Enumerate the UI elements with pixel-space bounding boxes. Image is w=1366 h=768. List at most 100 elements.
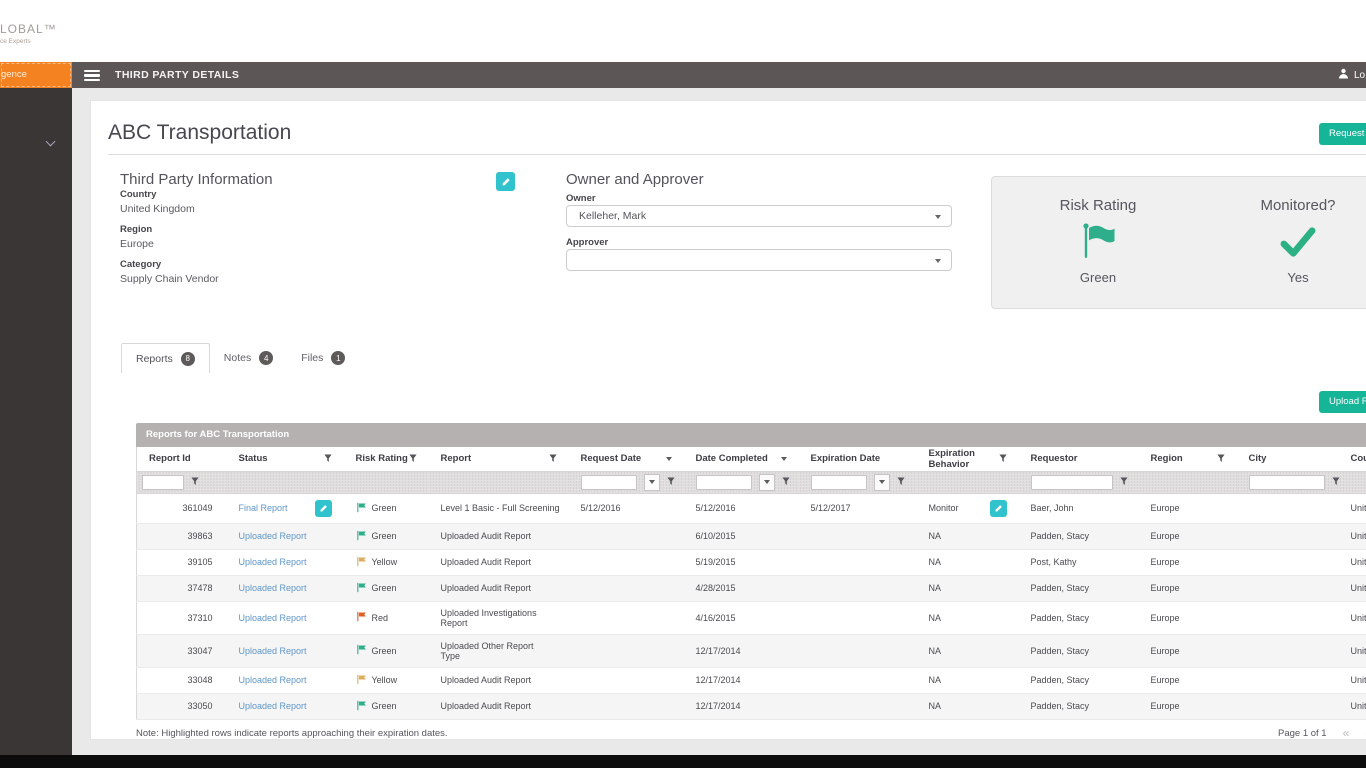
cell-risk-rating: Yellow [343, 549, 429, 576]
filter-requestor-input[interactable] [1030, 474, 1113, 490]
edit-icon[interactable] [314, 499, 332, 517]
col-date-completed[interactable]: Date Completed [683, 447, 799, 472]
col-region[interactable]: Region [1138, 447, 1237, 472]
tab-notes[interactable]: Notes 4 [210, 343, 287, 373]
col-status[interactable]: Status [226, 447, 344, 472]
date-picker-button[interactable] [873, 473, 890, 491]
date-picker-button[interactable] [758, 473, 775, 491]
chevron-down-icon[interactable] [45, 136, 56, 147]
filter-icon[interactable] [896, 477, 905, 488]
report-link[interactable]: Uploaded Report [239, 675, 307, 685]
filter-icon[interactable] [408, 454, 417, 463]
sidebar-item-due-diligence[interactable]: gence [0, 62, 72, 88]
report-rows: 361049 Final Report Green Level 1 Basic - F… [136, 493, 1366, 720]
report-link[interactable]: Uploaded Report [239, 646, 307, 656]
cell-status: Uploaded Report [226, 601, 344, 635]
chevron-down-icon[interactable] [665, 456, 672, 461]
col-country[interactable]: Coun [1338, 447, 1366, 472]
cell-expiration-date [798, 575, 917, 602]
report-link[interactable]: Final Report [239, 503, 288, 513]
filter-icon[interactable] [781, 477, 790, 488]
col-expiration-behavior[interactable]: Expiration Behavior [916, 447, 1019, 472]
filter-icon[interactable] [1331, 477, 1340, 488]
filter-icon[interactable] [323, 454, 332, 463]
report-link[interactable]: Uploaded Report [239, 701, 307, 711]
first-page-icon[interactable]: « [1343, 727, 1350, 739]
field-value-region: Europe [120, 238, 154, 250]
cell-expiration-date [798, 523, 917, 550]
cell-report-id: 39105 [136, 549, 227, 576]
risk-panel: Risk Rating Green Monitored? Yes [991, 176, 1366, 309]
tab-notes-count-badge: 4 [259, 351, 274, 365]
report-link[interactable]: Uploaded Report [239, 557, 307, 567]
chevron-down-icon[interactable] [780, 456, 787, 461]
filter-date-completed-input[interactable] [695, 474, 752, 490]
col-expiration-date[interactable]: Expiration Date [798, 447, 917, 472]
cell-city [1236, 493, 1339, 524]
request-screening-button[interactable]: Request S [1319, 123, 1366, 145]
filter-city-input[interactable] [1248, 474, 1325, 490]
cell-expiration-date [798, 549, 917, 576]
info-section-heading: Third Party Information [120, 171, 273, 188]
owner-select[interactable]: Kelleher, Mark [566, 205, 952, 227]
col-report-id[interactable]: Report Id [136, 447, 227, 472]
flag-icon [356, 582, 367, 595]
col-risk-rating[interactable]: Risk Rating [343, 447, 429, 472]
tab-bar: Reports 8 Notes 4 Files 1 [121, 343, 359, 373]
logo-tagline: ce Experts [0, 38, 31, 45]
report-link[interactable]: Uploaded Report [239, 583, 307, 593]
filter-icon[interactable] [1216, 454, 1225, 463]
cell-requestor: Padden, Stacy [1018, 667, 1139, 694]
filter-report-id-input[interactable] [142, 474, 184, 490]
filter-icon[interactable] [998, 454, 1007, 463]
field-label-region: Region [120, 224, 153, 235]
cell-region: Europe [1138, 634, 1237, 668]
upload-report-button[interactable]: Upload R [1319, 391, 1366, 413]
filter-icon[interactable] [548, 454, 557, 463]
col-city[interactable]: City [1236, 447, 1339, 472]
filter-icon[interactable] [666, 477, 675, 488]
flag-icon [1078, 214, 1118, 270]
report-link[interactable]: Uploaded Report [239, 531, 307, 541]
filter-expiration-date-input[interactable] [810, 474, 867, 490]
flag-icon [356, 502, 367, 515]
flag-icon [356, 644, 367, 657]
cell-report: Uploaded Audit Report [428, 693, 569, 720]
main-content: ABC Transportation Request S Third Party… [72, 88, 1366, 755]
col-request-date[interactable]: Request Date [568, 447, 684, 472]
cell-request-date [568, 634, 684, 668]
col-requestor[interactable]: Requestor [1018, 447, 1139, 472]
table-row: 33047 Uploaded Report Green Uploaded Other … [136, 634, 1366, 668]
filter-icon[interactable] [1119, 477, 1128, 488]
cell-city [1236, 601, 1339, 635]
cell-expiration-behavior: NA [916, 601, 1019, 635]
hamburger-menu-icon[interactable] [84, 70, 100, 83]
report-link[interactable]: Uploaded Report [239, 613, 307, 623]
field-label-category: Category [120, 259, 162, 270]
date-picker-button[interactable] [643, 473, 660, 491]
cell-report-id: 33048 [136, 667, 227, 694]
cell-date-completed: 12/17/2014 [683, 667, 799, 694]
tab-reports[interactable]: Reports 8 [121, 343, 210, 373]
edit-icon[interactable] [989, 499, 1007, 517]
cell-request-date [568, 667, 684, 694]
cell-city [1236, 523, 1339, 550]
edit-info-icon[interactable] [496, 172, 515, 191]
user-icon [1338, 68, 1349, 82]
cell-country: United [1338, 601, 1366, 635]
cell-date-completed: 5/19/2015 [683, 549, 799, 576]
cell-date-completed: 12/17/2014 [683, 634, 799, 668]
filter-request-date-input[interactable] [580, 474, 637, 490]
cell-requestor: Padden, Stacy [1018, 693, 1139, 720]
cell-report: Level 1 Basic - Full Screening [428, 493, 569, 524]
cell-request-date [568, 549, 684, 576]
tab-files[interactable]: Files 1 [287, 343, 359, 373]
col-report[interactable]: Report [428, 447, 569, 472]
cell-report: Uploaded Other Report Type [428, 634, 569, 668]
approver-select[interactable] [566, 249, 952, 271]
cell-region: Europe [1138, 549, 1237, 576]
user-menu[interactable]: Lo [1338, 62, 1365, 88]
filter-icon[interactable] [191, 477, 199, 488]
field-value-category: Supply Chain Vendor [120, 273, 219, 285]
page-indicator: Page 1 of 1 [1278, 727, 1327, 739]
